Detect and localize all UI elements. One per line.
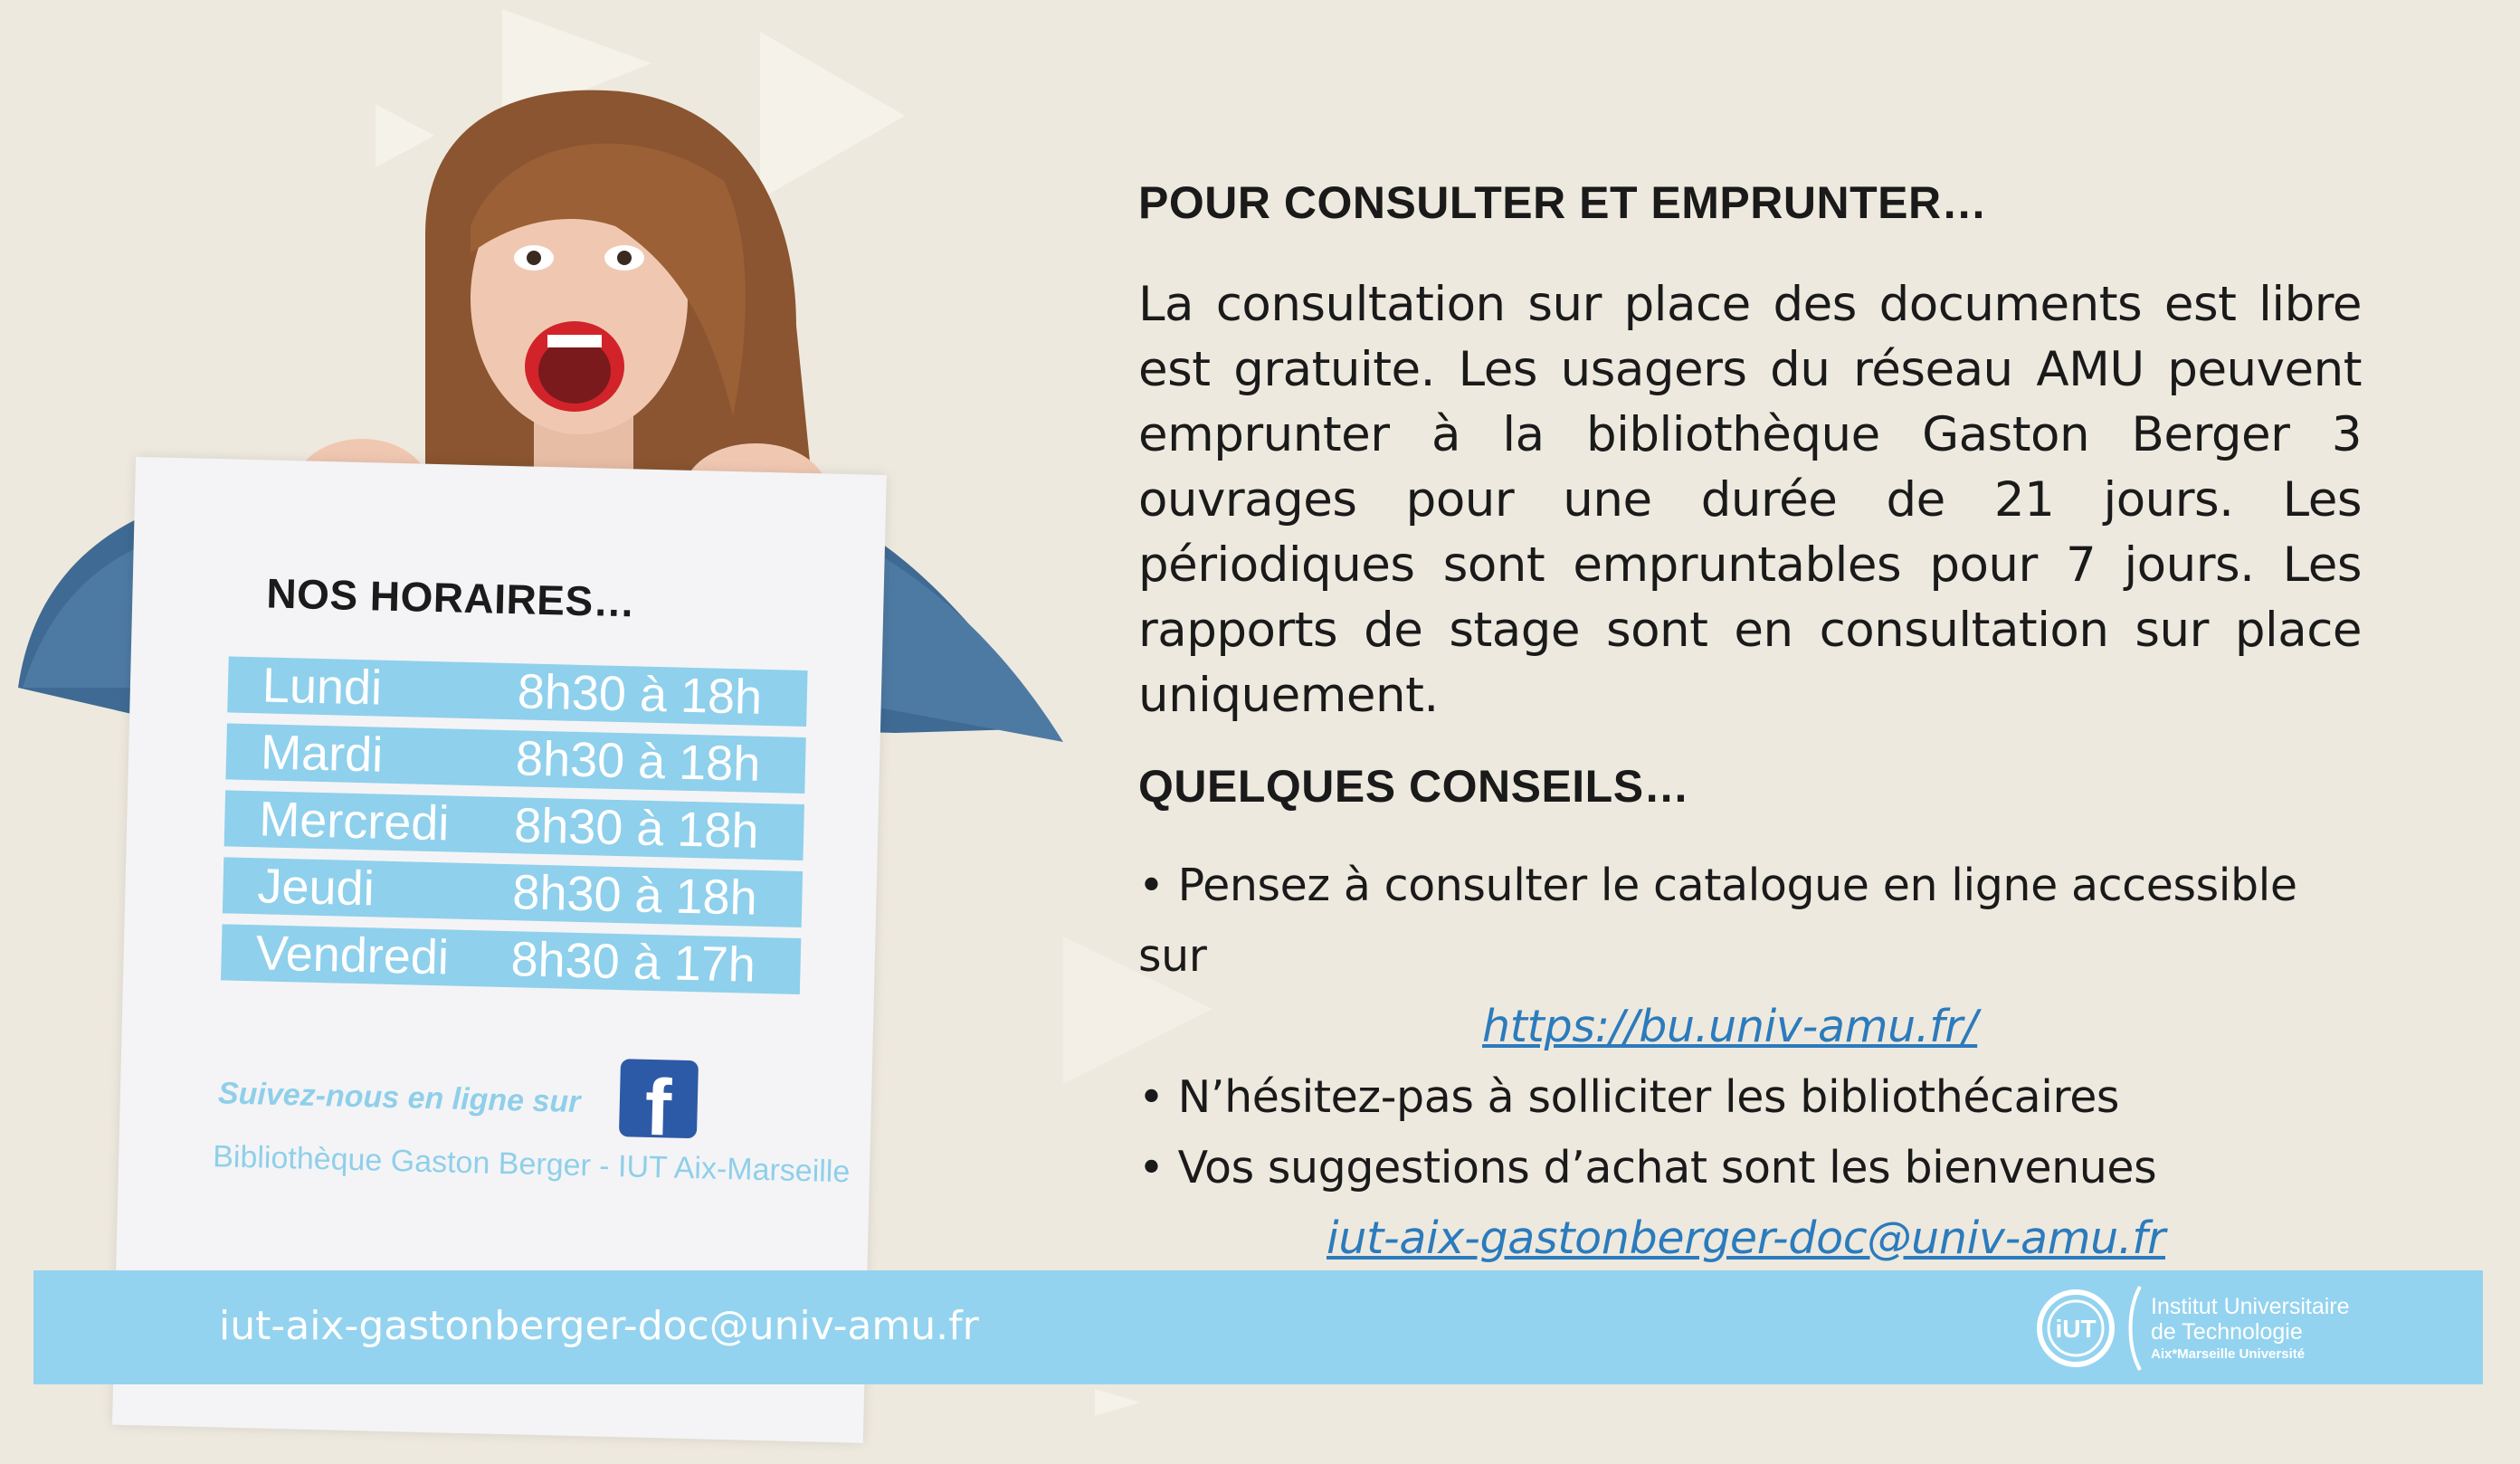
day-label: Vendredi: [255, 926, 450, 985]
tip-librarians: • N’hésitez-pas à solliciter les bibliot…: [1138, 1071, 2120, 1123]
time-label: 8h30 à 17h: [509, 932, 756, 993]
day-label: Mercredi: [258, 792, 451, 851]
consult-heading: POUR CONSULTER ET EMPRUNTER…: [1138, 177, 1988, 228]
time-label: 8h30 à 18h: [515, 731, 762, 792]
hours-row-friday: Vendredi 8h30 à 17h: [221, 924, 802, 994]
advice-heading: QUELQUES CONSEILS…: [1138, 761, 1690, 812]
library-name: Bibliothèque Gaston Berger - IUT Aix-Mar…: [212, 1139, 851, 1190]
email-link[interactable]: iut-aix-gastonberger-doc@univ-amu.fr: [1138, 1203, 2362, 1274]
logo-line-3: Aix*Marseille Université: [2151, 1346, 2306, 1362]
flyer-canvas: NOS HORAIRES… Lundi 8h30 à 18h Mardi 8h3…: [0, 0, 2520, 1464]
day-label: Jeudi: [256, 859, 376, 917]
opening-hours-list: Lundi 8h30 à 18h Mardi 8h30 à 18h Mercre…: [221, 656, 808, 1005]
info-column: POUR CONSULTER ET EMPRUNTER… La consulta…: [1138, 176, 2363, 1264]
consult-paragraph: La consultation sur place des documents …: [1138, 277, 2363, 723]
deco-triangle-bottom: [1095, 1389, 1140, 1416]
tip-catalog: • Pensez à consulter le catalogue en lig…: [1138, 860, 2297, 982]
iut-logo-icon: iUT: [2037, 1289, 2115, 1367]
facebook-icon[interactable]: f: [618, 1059, 699, 1153]
follow-us-text: Suivez-nous en ligne sur: [217, 1076, 581, 1120]
hours-row-monday: Lundi 8h30 à 18h: [227, 656, 808, 727]
logo-bracket-icon: [2128, 1286, 2142, 1371]
day-label: Mardi: [260, 725, 384, 783]
hours-row-tuesday: Mardi 8h30 à 18h: [225, 723, 806, 794]
iut-logo-text: Institut Universitaire de Technologie Ai…: [2151, 1294, 2350, 1364]
hours-row-wednesday: Mercredi 8h30 à 18h: [223, 790, 804, 861]
day-label: Lundi: [262, 658, 383, 716]
hours-row-thursday: Jeudi 8h30 à 18h: [222, 857, 804, 927]
footer-band: iut-aix-gastonberger-doc@univ-amu.fr iUT…: [33, 1270, 2483, 1384]
tip-suggestions: • Vos suggestions d’achat sont les bienv…: [1138, 1142, 2157, 1193]
advice-list: • Pensez à consulter le catalogue en lig…: [1138, 851, 2362, 1274]
svg-text:iUT: iUT: [2055, 1315, 2096, 1343]
time-label: 8h30 à 18h: [511, 865, 758, 926]
logo-line-1: Institut Universitaire: [2151, 1294, 2350, 1319]
time-label: 8h30 à 18h: [517, 664, 763, 725]
time-label: 8h30 à 18h: [513, 798, 760, 859]
footer-email[interactable]: iut-aix-gastonberger-doc@univ-amu.fr: [219, 1303, 979, 1349]
poster-title: NOS HORAIRES…: [265, 569, 636, 626]
logo-line-2: de Technologie: [2151, 1319, 2303, 1345]
catalog-link[interactable]: https://bu.univ-amu.fr/: [1138, 992, 2362, 1062]
